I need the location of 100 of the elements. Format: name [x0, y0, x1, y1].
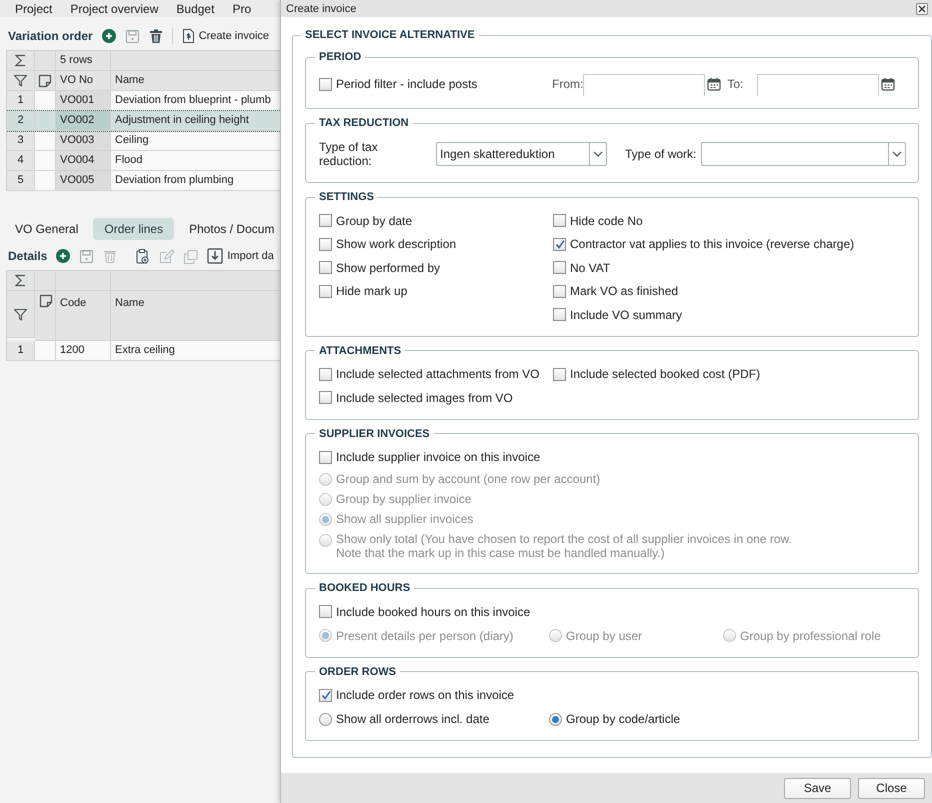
- checkbox[interactable]: [319, 78, 332, 90]
- close-button[interactable]: [916, 2, 928, 14]
- save-icon[interactable]: [79, 248, 94, 264]
- radio-button[interactable]: [319, 712, 332, 726]
- table-cell: Deviation from blueprint - plumb: [111, 91, 280, 111]
- table-row[interactable]: 2 VO002 Adjustment in ceiling height: [7, 110, 280, 132]
- column-header: Code: [56, 291, 111, 341]
- table-cell: VO001: [56, 91, 111, 111]
- nav-tab[interactable]: Project overview: [70, 2, 158, 16]
- table-row[interactable]: 5 VO005 Deviation from plumbing: [7, 171, 280, 191]
- add-icon[interactable]: [56, 249, 70, 263]
- filter-icon[interactable]: [13, 306, 28, 322]
- checkbox-label: No VAT: [570, 260, 610, 275]
- checkbox-label: Hide code No: [570, 214, 643, 228]
- invoice-icon: [182, 28, 195, 44]
- add-icon[interactable]: [102, 29, 116, 43]
- table-cell: [35, 131, 56, 151]
- checkbox[interactable]: [553, 284, 566, 298]
- window-title: Create invoice: [286, 2, 356, 14]
- checkbox[interactable]: [319, 450, 332, 464]
- checkbox-label: Include selected booked cost (PDF): [570, 367, 760, 382]
- field-label: Type of work:: [625, 147, 696, 161]
- radio-label: Present details per person (diary): [336, 628, 514, 642]
- calendar-icon[interactable]: [881, 77, 896, 91]
- save-icon[interactable]: [124, 28, 140, 44]
- section-title: ATTACHMENTS: [318, 344, 402, 356]
- nav-tab[interactable]: Project: [15, 2, 52, 16]
- checkbox[interactable]: [319, 261, 332, 274]
- nav-tab[interactable]: Pro: [232, 2, 252, 16]
- section-title: PERIOD: [318, 51, 362, 63]
- checkbox[interactable]: [319, 214, 332, 228]
- copy-icon[interactable]: [183, 248, 198, 264]
- close-icon: [916, 2, 928, 14]
- checkbox[interactable]: [319, 368, 332, 381]
- table-cell: VO002: [56, 111, 111, 131]
- checkbox-label: Period filter - include posts: [336, 77, 478, 91]
- checkbox[interactable]: [319, 391, 332, 404]
- edit-icon[interactable]: [159, 248, 174, 264]
- radio-label: Show only total (You have chosen to report the cost of all supplier invoices in one row. Note that the mark up in this case must be handled manually.): [336, 532, 792, 560]
- checkbox[interactable]: [319, 688, 332, 702]
- dialog-button[interactable]: Save: [784, 778, 851, 798]
- checkbox-label: Mark VO as finished: [570, 284, 678, 298]
- table-cell: 1200: [56, 341, 111, 361]
- table-cell: VO004: [56, 151, 111, 171]
- checkbox[interactable]: [553, 308, 566, 322]
- column-header: Name: [111, 291, 280, 341]
- row-number: 1: [7, 341, 35, 361]
- clipboard-icon[interactable]: [135, 248, 150, 264]
- field-label: To:: [727, 77, 744, 91]
- checkbox[interactable]: [319, 284, 332, 298]
- import-button[interactable]: Import da: [207, 248, 274, 264]
- radio-button[interactable]: [549, 712, 562, 726]
- checkbox[interactable]: [319, 238, 332, 251]
- row-number: 1: [7, 91, 35, 111]
- sum-icon[interactable]: [13, 273, 28, 288]
- checkbox[interactable]: [553, 214, 566, 228]
- sum-icon[interactable]: [13, 53, 28, 68]
- radio-label: Group by user: [566, 628, 642, 642]
- checkbox[interactable]: [553, 261, 566, 274]
- filter-icon[interactable]: [13, 73, 28, 88]
- table-cell: [35, 171, 56, 191]
- checkbox[interactable]: [553, 368, 566, 381]
- checkbox[interactable]: [553, 238, 566, 251]
- checkbox-label: Contractor vat applies to this invoice (reverse charge): [570, 237, 854, 252]
- checkbox[interactable]: [319, 605, 332, 618]
- field-label: Type of tax reduction:: [319, 140, 379, 168]
- date-field[interactable]: [583, 74, 706, 96]
- date-field[interactable]: [757, 74, 880, 96]
- checkbox-label: Include booked hours on this invoice: [336, 604, 530, 619]
- calendar-icon[interactable]: [707, 77, 722, 91]
- column-header: VO No: [56, 71, 111, 91]
- table-row[interactable]: 3 VO003 Ceiling: [7, 131, 280, 151]
- section-title: BOOKED HOURS: [318, 582, 412, 594]
- dropdown[interactable]: [701, 142, 906, 166]
- dropdown[interactable]: Ingen skattereduktion: [436, 142, 607, 166]
- create-invoice-button[interactable]: Create invoice: [182, 28, 270, 44]
- section-title: SETTINGS: [318, 191, 376, 203]
- table-cell: [35, 151, 56, 171]
- column-header: Name: [111, 71, 280, 91]
- row-number: 2: [7, 111, 35, 131]
- delete-icon[interactable]: [148, 28, 163, 44]
- radio-label: Group and sum by account (one row per account): [336, 472, 600, 486]
- dialog-button[interactable]: Close: [858, 778, 925, 798]
- radio-label: Group by professional role: [740, 628, 881, 642]
- checkbox-label: Include selected images from VO: [336, 390, 513, 405]
- section-title: TAX REDUCTION: [318, 117, 410, 129]
- nav-tab[interactable]: Budget: [176, 2, 214, 16]
- tab[interactable]: Photos / Docum: [178, 218, 280, 240]
- table-cell: Extra ceiling: [111, 341, 280, 361]
- note-icon: [38, 74, 52, 88]
- radio-label: Group by supplier invoice: [336, 492, 472, 506]
- row-number: 3: [7, 131, 35, 151]
- row-number: 5: [7, 171, 35, 191]
- radio-label: Group by code/article: [566, 712, 680, 726]
- table-cell: Deviation from plumbing: [111, 171, 280, 191]
- table-row[interactable]: 4 VO004 Flood: [7, 151, 280, 171]
- import-icon: [207, 248, 224, 264]
- tab[interactable]: VO General: [4, 218, 90, 240]
- checkbox-label: Include order rows on this invoice: [336, 688, 514, 702]
- tab[interactable]: Order lines: [93, 218, 174, 240]
